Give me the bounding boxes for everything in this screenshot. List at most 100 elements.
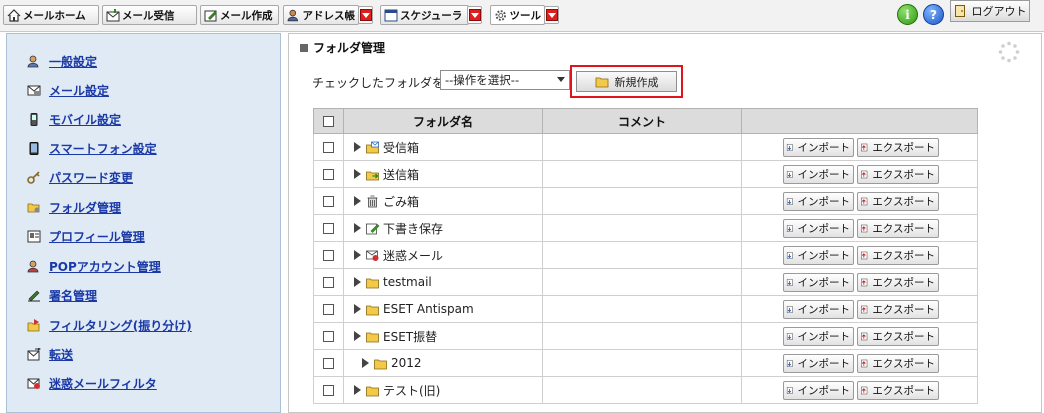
- folder-name[interactable]: 下書き保存: [383, 220, 443, 237]
- spam-mail-icon: [366, 250, 379, 261]
- page-title: フォルダ管理: [313, 41, 386, 55]
- checked-folders-label: チェックしたフォルダを: [312, 76, 445, 90]
- address-book-dropdown[interactable]: [358, 6, 373, 24]
- sidebar-item-pop-account[interactable]: POPアカウント管理: [27, 258, 161, 275]
- import-button[interactable]: インポート: [783, 299, 854, 319]
- sidebar-item-general[interactable]: 一般設定: [27, 53, 97, 70]
- filter-folder-icon: [27, 319, 40, 332]
- expand-arrow-icon[interactable]: [354, 142, 361, 152]
- export-button[interactable]: エクスポート: [857, 191, 939, 211]
- address-book-tab[interactable]: アドレス帳: [283, 5, 359, 25]
- import-button[interactable]: インポート: [783, 218, 854, 238]
- folder-comment-cell: [542, 187, 742, 215]
- sidebar-item-forward[interactable]: 転送: [27, 346, 73, 363]
- row-checkbox[interactable]: [323, 358, 334, 369]
- folder-name[interactable]: 2012: [391, 356, 422, 370]
- folder-name[interactable]: ESET振替: [383, 328, 437, 345]
- sidebar-item-signature[interactable]: 署名管理: [27, 287, 97, 304]
- mail-compose-tab[interactable]: メール作成: [200, 5, 279, 25]
- folder-name[interactable]: テスト(旧): [383, 382, 440, 399]
- mail-home-tab[interactable]: メールホーム: [3, 5, 99, 25]
- operation-select[interactable]: --操作を選択--: [440, 70, 570, 90]
- import-label: インポート: [797, 195, 851, 208]
- export-button[interactable]: エクスポート: [857, 272, 939, 292]
- row-checkbox[interactable]: [323, 142, 334, 153]
- folder-name[interactable]: ESET Antispam: [383, 302, 474, 316]
- export-button[interactable]: エクスポート: [857, 326, 939, 346]
- expand-arrow-icon[interactable]: [354, 223, 361, 233]
- sidebar-item-smartphone[interactable]: スマートフォン設定: [27, 140, 157, 157]
- row-checkbox-cell: [313, 268, 344, 296]
- row-checkbox[interactable]: [323, 304, 334, 315]
- import-icon: [786, 386, 793, 394]
- import-button[interactable]: インポート: [783, 353, 854, 373]
- tools-dropdown[interactable]: [544, 6, 559, 24]
- signature-pen-icon: [28, 290, 40, 302]
- folder-icon: [366, 278, 379, 288]
- import-button[interactable]: インポート: [783, 137, 854, 157]
- sidebar-item-label: スマートフォン設定: [49, 142, 157, 156]
- new-folder-button[interactable]: 新規作成: [576, 71, 677, 92]
- expand-arrow-icon[interactable]: [354, 250, 361, 260]
- folder-name[interactable]: 迷惑メール: [383, 247, 443, 264]
- sidebar-item-label: フォルダ管理: [49, 201, 122, 215]
- import-button[interactable]: インポート: [783, 326, 854, 346]
- folder-actions-cell: インポート エクスポート: [741, 349, 978, 377]
- row-checkbox[interactable]: [323, 385, 334, 396]
- expand-arrow-icon[interactable]: [354, 196, 361, 206]
- export-button[interactable]: エクスポート: [857, 137, 939, 157]
- tools-tab[interactable]: ツール: [490, 5, 545, 25]
- export-button[interactable]: エクスポート: [857, 218, 939, 238]
- sidebar-item-mobile[interactable]: モバイル設定: [27, 111, 121, 128]
- expand-arrow-icon[interactable]: [362, 358, 369, 368]
- sidebar-item-folder-management[interactable]: フォルダ管理: [27, 199, 121, 216]
- folder-icon: [595, 77, 608, 87]
- info-icon[interactable]: i: [897, 4, 918, 25]
- expand-arrow-icon[interactable]: [354, 331, 361, 341]
- import-button[interactable]: インポート: [783, 164, 854, 184]
- sidebar-item-spam-filter[interactable]: 迷惑メールフィルタ: [27, 375, 157, 392]
- folder-name-cell: 迷惑メール: [343, 241, 543, 269]
- import-button[interactable]: インポート: [783, 191, 854, 211]
- import-button[interactable]: インポート: [783, 380, 854, 400]
- sidebar-item-mail-settings[interactable]: メール設定: [27, 82, 109, 99]
- folder-name[interactable]: 送信箱: [383, 166, 419, 183]
- export-button[interactable]: エクスポート: [857, 380, 939, 400]
- row-checkbox[interactable]: [323, 250, 334, 261]
- folder-name[interactable]: 受信箱: [383, 139, 419, 156]
- expand-arrow-icon[interactable]: [354, 277, 361, 287]
- mail-receive-tab[interactable]: メール受信: [102, 5, 197, 25]
- operation-select-value: --操作を選択--: [445, 73, 520, 87]
- sidebar-item-filtering[interactable]: フィルタリング(振り分け): [27, 317, 192, 334]
- export-button[interactable]: エクスポート: [857, 164, 939, 184]
- logout-button[interactable]: ログアウト: [950, 0, 1030, 22]
- row-checkbox[interactable]: [323, 277, 334, 288]
- help-icon[interactable]: ?: [923, 4, 944, 25]
- select-all-checkbox[interactable]: [323, 116, 334, 127]
- export-button[interactable]: エクスポート: [857, 245, 939, 265]
- folder-comment-cell: [542, 322, 742, 350]
- folder-name[interactable]: ごみ箱: [383, 193, 419, 210]
- scheduler-tab[interactable]: スケジューラ: [380, 5, 469, 25]
- person-gear-icon: [27, 55, 39, 68]
- table-row: 送信箱 インポート エクスポート: [313, 160, 978, 188]
- import-label: インポート: [797, 249, 851, 262]
- import-button[interactable]: インポート: [783, 245, 854, 265]
- sidebar-item-password[interactable]: パスワード変更: [27, 169, 133, 186]
- export-button[interactable]: エクスポート: [857, 299, 939, 319]
- pop-account-icon: [27, 260, 39, 273]
- expand-arrow-icon[interactable]: [354, 169, 361, 179]
- expand-arrow-icon[interactable]: [354, 304, 361, 314]
- export-button[interactable]: エクスポート: [857, 353, 939, 373]
- sidebar-item-label: 転送: [49, 348, 74, 362]
- row-checkbox[interactable]: [323, 169, 334, 180]
- folder-name[interactable]: testmail: [383, 275, 432, 289]
- export-icon: [861, 251, 868, 259]
- import-button[interactable]: インポート: [783, 272, 854, 292]
- row-checkbox[interactable]: [323, 223, 334, 234]
- expand-arrow-icon[interactable]: [354, 385, 361, 395]
- scheduler-dropdown[interactable]: [467, 6, 482, 24]
- row-checkbox[interactable]: [323, 196, 334, 207]
- row-checkbox[interactable]: [323, 331, 334, 342]
- sidebar-item-profile[interactable]: プロフィール管理: [27, 228, 145, 245]
